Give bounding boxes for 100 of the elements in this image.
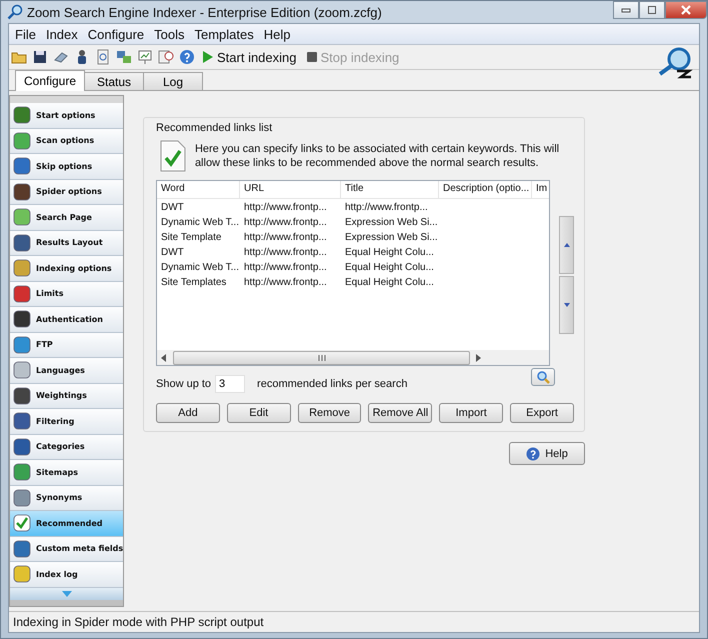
search-icon [536, 370, 550, 384]
sidebar-item[interactable]: Authentication [10, 307, 123, 332]
column-header[interactable]: Title [341, 181, 439, 198]
action-button[interactable]: Remove All [368, 403, 432, 423]
group-title: Recommended links list [156, 122, 272, 134]
minimize-button[interactable] [613, 1, 639, 19]
magnifier-icon [7, 4, 23, 20]
save-icon[interactable] [32, 49, 48, 65]
chart-icon[interactable] [137, 49, 153, 65]
table-cell-text: Site Templates [160, 276, 228, 290]
action-button[interactable]: Remove [298, 403, 362, 423]
column-header[interactable]: Description (optio... [439, 181, 532, 198]
option-icon [12, 232, 32, 253]
sidebar-item[interactable]: FTP [10, 332, 123, 358]
option-icon [12, 386, 32, 406]
vertical-scrollbar[interactable] [559, 216, 574, 334]
menu-item[interactable]: Tools [150, 26, 190, 42]
help-icon[interactable] [179, 49, 195, 65]
column-header[interactable]: Word [157, 181, 240, 198]
option-icon [12, 436, 32, 457]
tab[interactable]: Status [84, 72, 144, 90]
sidebar-item[interactable]: Start options [10, 103, 123, 128]
document-icon[interactable] [95, 49, 111, 65]
column-header[interactable]: URL [240, 181, 341, 198]
close-icon [680, 5, 692, 15]
table-cell-text: DWT [160, 201, 185, 215]
status-bar: Indexing in Spider mode with PHP script output [9, 611, 699, 632]
option-icon [12, 309, 32, 330]
sidebar-item[interactable]: Limits [10, 282, 123, 307]
grip-icon [316, 354, 326, 360]
option-icon [12, 105, 32, 126]
sidebar-item[interactable]: Languages [10, 358, 123, 384]
table-cell-text: http://www.frontp... [344, 201, 429, 215]
maximize-button[interactable] [639, 1, 665, 19]
sidebar-item[interactable]: Categories [10, 434, 123, 460]
field-label: recommended links per search [257, 378, 408, 390]
option-icon [12, 564, 32, 584]
search-button[interactable] [531, 368, 555, 386]
help-icon [526, 446, 540, 460]
sidebar-item[interactable]: Index log [10, 562, 123, 588]
action-button[interactable]: Add [156, 403, 220, 423]
option-icon [12, 182, 32, 202]
input-field[interactable]: 3 [215, 375, 246, 393]
action-button[interactable]: Import [439, 403, 504, 423]
option-icon [12, 284, 32, 304]
menu-item[interactable]: Help [260, 26, 296, 42]
sidebar-item[interactable]: Weightings [10, 384, 123, 409]
checked-document-icon [160, 140, 186, 172]
maximize-icon [647, 5, 657, 15]
table-cell-text: http://www.frontp... [243, 276, 328, 290]
sidebar-item[interactable]: Spider options [10, 180, 123, 205]
triangle-right-icon [476, 354, 482, 362]
table-cell-text: DWT [160, 246, 185, 260]
close-button[interactable] [665, 1, 707, 19]
table-cell-text: http://www.frontp... [243, 216, 328, 230]
menu-item[interactable]: Configure [84, 26, 150, 42]
menu-item[interactable]: Templates [190, 26, 260, 42]
table-cell-text: Dynamic Web T... [160, 216, 240, 230]
sidebar-item[interactable]: Scan options [10, 128, 123, 154]
sidebar-item[interactable]: Recommended [10, 511, 123, 536]
tab[interactable]: Log [143, 72, 203, 90]
window-title: Zoom Search Engine Indexer - Enterprise Edition (zoom.zcfg) [27, 4, 382, 20]
action-button[interactable]: Edit [226, 403, 291, 423]
option-icon [12, 258, 32, 278]
table-cell-text: Expression Web Si... [344, 231, 439, 245]
sidebar-item[interactable]: Custom meta fields [10, 536, 123, 562]
column-header[interactable]: Im [532, 181, 550, 198]
table-cell-text: http://www.frontp... [243, 201, 328, 215]
table-cell-text: Expression Web Si... [344, 216, 439, 230]
option-icon [12, 513, 32, 534]
sidebar-item[interactable]: Sitemaps [10, 460, 123, 486]
triangle-down-icon [62, 590, 72, 596]
triangle-left-icon [161, 354, 167, 362]
description-text: Here you can specify links to be associated with certain keywords. This will allow these links to be recommended above the normal search results. [194, 142, 560, 170]
menu-item[interactable]: Index [42, 26, 84, 42]
toolbar-button[interactable]: Start indexing [200, 50, 298, 64]
option-icon [12, 360, 32, 380]
tab[interactable]: Configure [15, 70, 85, 91]
action-button[interactable]: Export [510, 403, 574, 423]
play-icon [202, 50, 214, 64]
sidebar-item[interactable]: Skip options [10, 154, 123, 180]
horizontal-scrollbar[interactable] [157, 350, 550, 365]
table-cell-text: http://www.frontp... [243, 246, 328, 260]
option-icon [12, 538, 32, 559]
help-button[interactable]: Help [509, 442, 585, 465]
sidebar-item[interactable]: Filtering [10, 409, 123, 434]
sidebar-item[interactable]: Synonyms [10, 486, 123, 511]
table-cell-text: Equal Height Colu... [344, 276, 435, 290]
sidebar-item[interactable]: Indexing options [10, 256, 123, 282]
sidebar-item[interactable]: Results Layout [10, 230, 123, 256]
menu-item[interactable]: File [11, 26, 42, 42]
field-label: Show up to [156, 378, 212, 390]
magnifier-logo-icon [657, 47, 693, 79]
sidebar-item[interactable]: Search Page [10, 205, 123, 230]
table-cell-text: http://www.frontp... [243, 231, 328, 245]
triangle-up-icon [564, 243, 570, 247]
triangle-down-icon [564, 303, 570, 307]
stop-icon [306, 50, 318, 64]
option-icon [12, 488, 32, 508]
table-cell-text: Dynamic Web T... [160, 261, 240, 275]
